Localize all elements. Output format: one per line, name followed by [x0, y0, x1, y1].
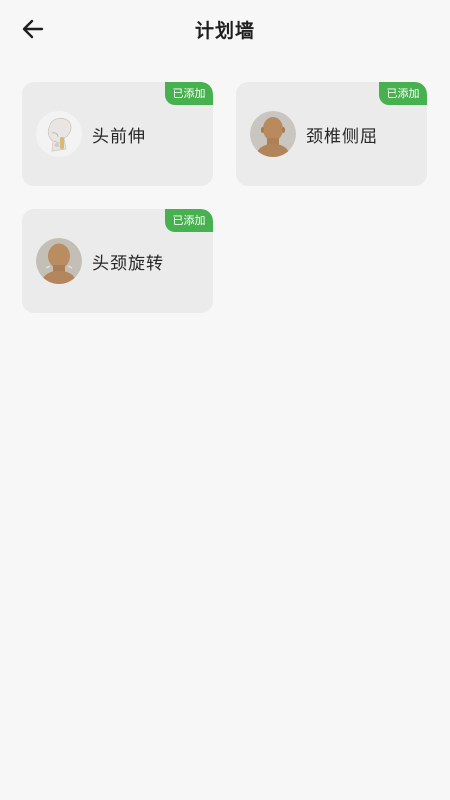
- header: 计划墙: [0, 0, 450, 60]
- plan-card-lateral-flexion[interactable]: 已添加 颈椎侧屈: [236, 82, 427, 186]
- card-label: 头前伸: [92, 127, 146, 147]
- card-label: 颈椎侧屈: [306, 127, 378, 147]
- plan-card-head-forward[interactable]: 已添加 头前伸: [22, 82, 213, 186]
- page-title: 计划墙: [194, 20, 255, 42]
- plan-card-head-rotation[interactable]: 已添加 头颈旋转: [22, 209, 213, 313]
- card-label: 头颈旋转: [92, 254, 164, 274]
- added-badge: 已添加: [379, 82, 427, 105]
- head-front-image: [250, 111, 296, 157]
- neck-skeleton-image: [36, 111, 82, 157]
- head-back-image: [36, 238, 82, 284]
- added-badge: 已添加: [165, 209, 213, 232]
- added-badge: 已添加: [165, 82, 213, 105]
- plan-grid: 已添加 头前伸 已添加 颈椎侧屈 已添加 头颈旋转: [22, 82, 428, 313]
